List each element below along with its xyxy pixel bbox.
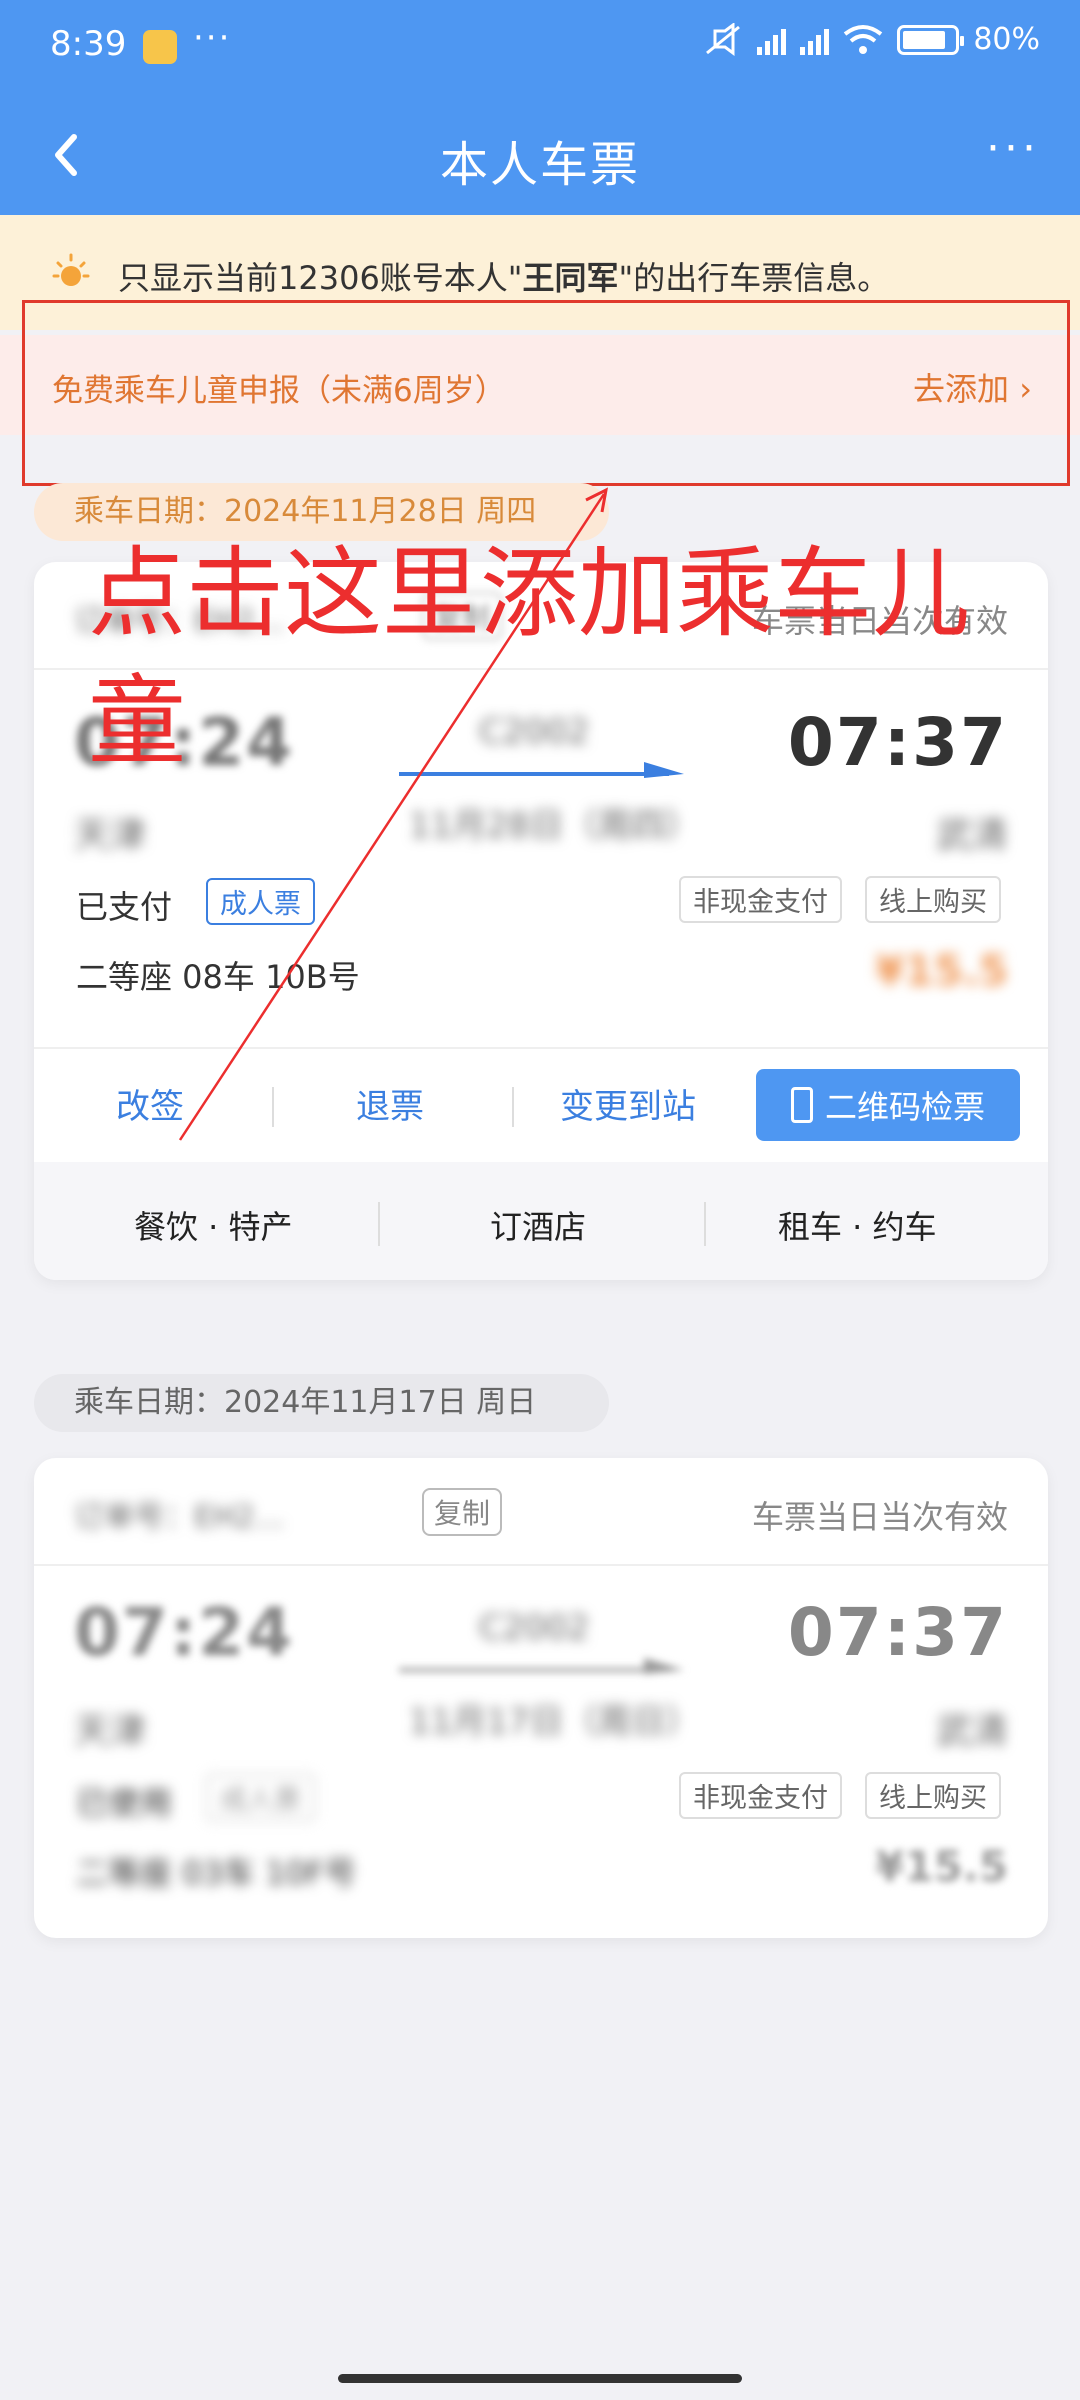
account-holder-name: 王同军 (522, 259, 619, 297)
train-date: 11月28日（周四） (409, 806, 700, 846)
hotel-link[interactable]: 订酒店 (490, 1202, 586, 1248)
departure-station: 天津 (74, 815, 147, 856)
change-ticket-button[interactable]: 改签 (116, 1079, 184, 1128)
seat-info: 二等座 08车 10B号 (76, 958, 360, 996)
departure-time: 07:24 (74, 1594, 295, 1671)
divider (704, 1202, 706, 1246)
battery-percent: 80% (973, 22, 1040, 57)
signal-icon-1 (757, 25, 787, 55)
notice-text: 只显示当前12306账号本人"王同军"的出行车票信息。 (118, 259, 890, 297)
status-icons: 80% (703, 22, 1040, 57)
direction-arrow-icon (399, 1658, 684, 1674)
copy-button[interactable]: 复制 (422, 1488, 503, 1536)
ticket-status: 已使用 (76, 1784, 173, 1822)
annotation-highlight-box (22, 300, 1070, 486)
arrival-station: 武清 (935, 1711, 1008, 1752)
wifi-icon (844, 24, 883, 54)
status-bar: 8:39 ··· 80% (0, 0, 1080, 95)
ticket-card-header: 订单号：EH2… 复制 车票当日当次有效 (34, 1458, 1048, 1566)
ticket-extras: 餐饮 · 特产 订酒店 租车 · 约车 (34, 1162, 1048, 1280)
annotation-text: 点击这里添加乘车儿童 (88, 537, 971, 779)
divider (378, 1202, 380, 1246)
payment-method-tag: 非现金支付 (679, 876, 842, 923)
seat-info: 二等座 03车 10F号 (76, 1854, 357, 1892)
more-menu-icon[interactable]: ··· (986, 123, 1040, 174)
purchase-channel-tag: 线上购买 (865, 876, 1001, 923)
train-number: C2002 (479, 1608, 590, 1648)
refund-button[interactable]: 退票 (356, 1079, 424, 1128)
page-title: 本人车票 (439, 137, 640, 193)
car-rental-link[interactable]: 租车 · 约车 (778, 1202, 937, 1248)
ticket-price: ¥15.5 (875, 946, 1008, 995)
app-notification-icon (143, 30, 177, 64)
travel-date-pill: 乘车日期：2024年11月17日 周日 (34, 1374, 609, 1432)
more-notifications-icon: ··· (193, 18, 232, 58)
payment-method-tag: 非现金支付 (679, 1772, 842, 1819)
ticket-card: 订单号：EH2… 复制 车票当日当次有效 07:24 C2002 07:37 1… (34, 1458, 1048, 1938)
sun-icon (52, 253, 90, 286)
change-destination-button[interactable]: 变更到站 (560, 1079, 696, 1128)
nav-bar: 本人车票 ··· (0, 95, 1080, 215)
payment-status: 已支付 (76, 888, 173, 926)
home-indicator[interactable] (338, 2374, 742, 2383)
mute-icon (706, 22, 741, 56)
divider (272, 1087, 274, 1127)
phone-icon (790, 1087, 813, 1123)
food-specialty-link[interactable]: 餐饮 · 特产 (134, 1202, 293, 1248)
arrival-station: 武清 (935, 815, 1008, 856)
signal-icon-2 (800, 25, 830, 55)
status-time: 8:39 (50, 24, 127, 64)
ticket-price: ¥15.5 (875, 1842, 1008, 1891)
arrival-time: 07:37 (787, 1594, 1008, 1671)
purchase-channel-tag: 线上购买 (865, 1772, 1001, 1819)
divider (512, 1087, 514, 1127)
ticket-type-badge: 成人票 (206, 1774, 315, 1821)
ticket-actions: 改签 退票 变更到站 二维码检票 (34, 1047, 1048, 1162)
departure-station: 天津 (74, 1711, 147, 1752)
qr-checkin-button[interactable]: 二维码检票 (756, 1069, 1020, 1141)
order-number: 订单号：EH2… (74, 1500, 285, 1535)
qr-checkin-label: 二维码检票 (824, 1088, 985, 1126)
validity-text: 车票当日当次有效 (751, 1498, 1008, 1536)
battery-icon (897, 24, 965, 55)
ticket-type-badge: 成人票 (206, 878, 315, 925)
train-date: 11月17日（周日） (409, 1702, 700, 1742)
